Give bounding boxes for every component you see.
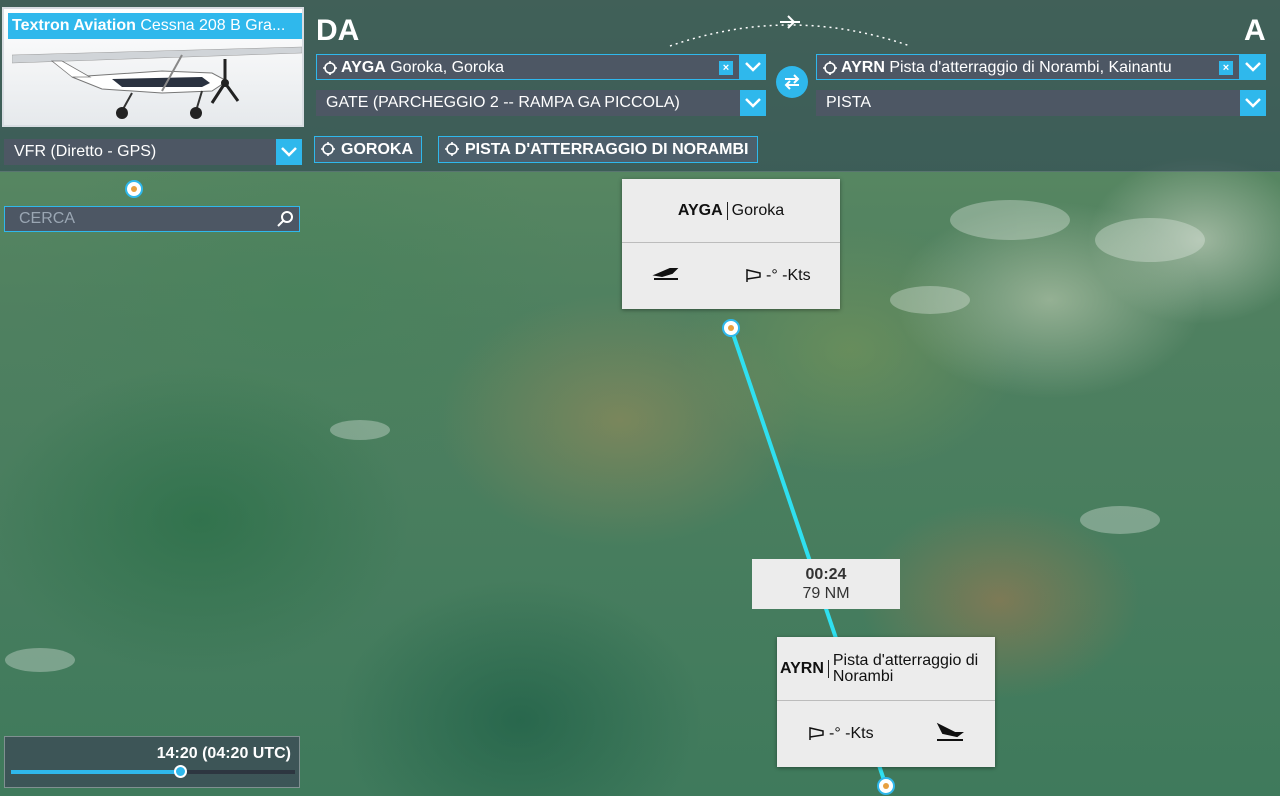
departure-parking-dropdown-button[interactable]	[740, 90, 766, 116]
cloud-cover	[5, 200, 1205, 672]
chevron-down-icon	[1245, 62, 1261, 72]
arrival-section-label: A	[1244, 14, 1266, 47]
departure-card-footer: -° -Kts	[622, 243, 840, 307]
departure-parking-field[interactable]: GATE (PARCHEGGIO 2 -- RAMPA GA PICCOLA)	[316, 90, 740, 116]
arrival-card-footer: -° -Kts	[777, 701, 995, 765]
aircraft-title: Textron Aviation Cessna 208 B Gra...	[8, 13, 302, 39]
arrival-wind: -° -Kts	[829, 725, 874, 742]
departure-parking-value: GATE (PARCHEGGIO 2 -- RAMPA GA PICCOLA)	[326, 94, 680, 111]
takeoff-icon	[652, 265, 682, 290]
aircraft-model: Cessna 208 B Gra...	[140, 17, 286, 34]
flight-type-value: VFR (Diretto - GPS)	[14, 143, 157, 160]
departure-card-icao: AYGA	[678, 201, 728, 220]
aircraft-selector[interactable]: Textron Aviation Cessna 208 B Gra...	[2, 7, 304, 127]
chevron-down-icon	[745, 98, 761, 108]
focus-arrival-label: PISTA D'ATTERRAGGIO DI NORAMBI	[465, 141, 749, 158]
departure-info-card[interactable]: AYGA Goroka -° -Kts	[622, 179, 840, 309]
clear-departure-button[interactable]: ×	[719, 61, 733, 75]
arrival-card-icao: AYRN	[780, 659, 829, 678]
focus-departure-button[interactable]: GOROKA	[314, 136, 422, 163]
departure-wind: -° -Kts	[766, 267, 811, 284]
departure-section-label: DA	[316, 14, 360, 47]
arrival-card-header: AYRN Pista d'atterraggio di Norambi	[777, 637, 995, 701]
chevron-down-icon	[281, 147, 297, 157]
arrival-card-name: Pista d'atterraggio di Norambi	[832, 651, 979, 685]
time-of-day-panel: 14:20 (04:20 UTC)	[4, 736, 300, 788]
departure-icao: AYGA	[341, 59, 386, 76]
arrival-name: Pista d'atterraggio di Norambi, Kainantu	[889, 59, 1172, 76]
leg-distance: 79 NM	[802, 585, 850, 602]
departure-card-name: Goroka	[731, 201, 785, 219]
arrival-airport-field[interactable]: AYRN Pista d'atterraggio di Norambi, Kai…	[816, 54, 1240, 80]
focus-departure-label: GOROKA	[341, 141, 413, 158]
departure-airport-marker[interactable]	[721, 318, 741, 338]
swap-airports-button[interactable]	[776, 66, 808, 98]
time-slider-handle[interactable]	[174, 765, 188, 778]
plane-icon	[780, 15, 800, 29]
route-leg-card: 00:24 79 NM	[752, 559, 900, 609]
clear-arrival-button[interactable]: ×	[1219, 61, 1233, 75]
arrival-parking-value: PISTA	[826, 94, 872, 111]
arrival-parking-dropdown-button[interactable]	[1240, 90, 1266, 116]
map-waypoint-marker[interactable]	[124, 179, 144, 199]
location-icon	[445, 142, 459, 156]
time-of-day-label: 14:20 (04:20 UTC)	[156, 745, 291, 762]
aircraft-brand: Textron Aviation	[12, 17, 136, 34]
departure-name: Goroka, Goroka	[390, 59, 505, 76]
time-slider-fill	[11, 770, 182, 774]
chevron-down-icon	[1245, 98, 1261, 108]
flight-type-dropdown-button[interactable]	[276, 139, 302, 165]
location-icon	[321, 142, 335, 156]
departure-dropdown-button[interactable]	[740, 54, 766, 80]
departure-card-header: AYGA Goroka	[622, 179, 840, 243]
arrival-airport-marker[interactable]	[876, 776, 896, 796]
windsock-icon	[809, 727, 825, 746]
arrival-info-card[interactable]: AYRN Pista d'atterraggio di Norambi -° -…	[777, 637, 995, 767]
search-icon[interactable]	[277, 210, 295, 228]
windsock-icon	[746, 269, 762, 288]
leg-time: 00:24	[805, 566, 847, 583]
aircraft-image	[11, 41, 303, 130]
flight-type-select[interactable]: VFR (Diretto - GPS)	[4, 139, 276, 165]
search-input[interactable]: CERCA	[4, 206, 300, 232]
swap-icon	[784, 74, 800, 90]
focus-arrival-button[interactable]: PISTA D'ATTERRAGGIO DI NORAMBI	[438, 136, 758, 163]
location-icon	[323, 60, 337, 75]
departure-airport-field[interactable]: AYGA Goroka, Goroka ×	[316, 54, 740, 80]
landing-icon	[935, 721, 965, 748]
arrival-parking-field[interactable]: PISTA	[816, 90, 1240, 116]
search-placeholder: CERCA	[19, 210, 76, 227]
arrival-dropdown-button[interactable]	[1240, 54, 1266, 80]
arrival-icao: AYRN	[841, 59, 885, 76]
chevron-down-icon	[745, 62, 761, 72]
location-icon	[823, 60, 837, 75]
route-arc-decoration	[669, 15, 911, 47]
